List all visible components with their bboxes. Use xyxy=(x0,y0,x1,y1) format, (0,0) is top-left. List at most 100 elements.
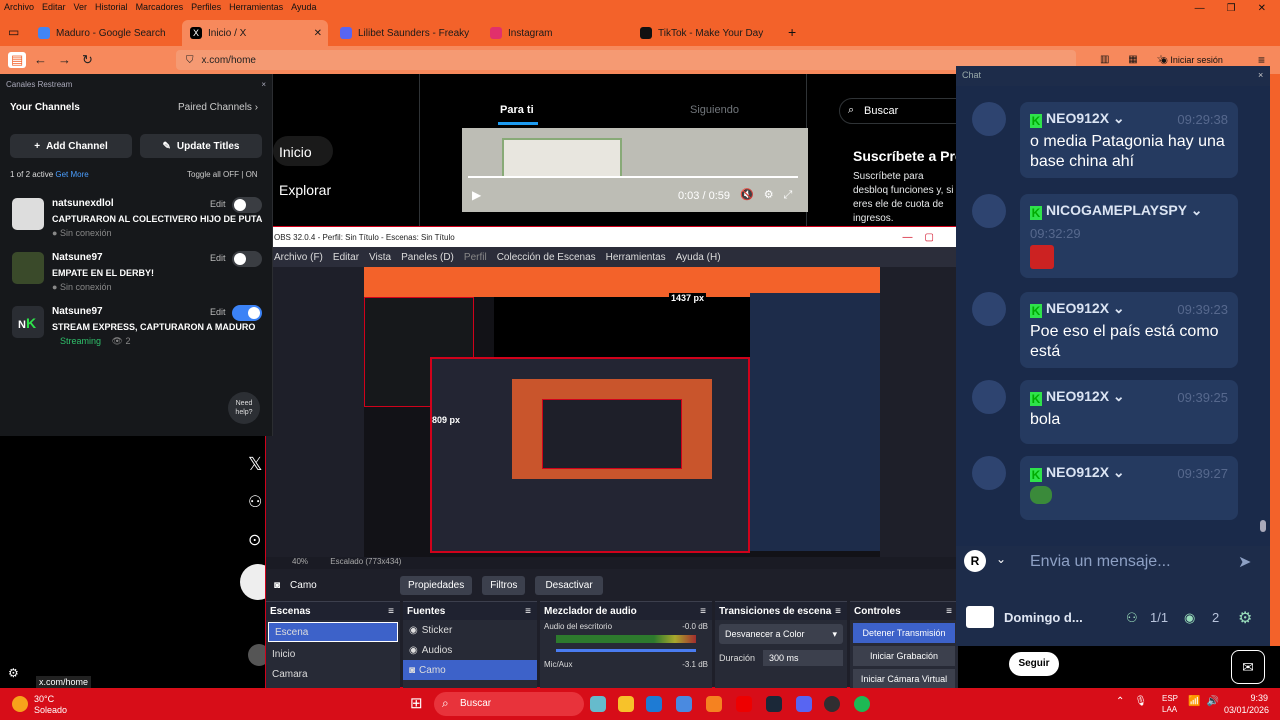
settings-gear-icon[interactable]: ⚙ xyxy=(8,666,19,680)
network-volume-icons[interactable]: 📶🔊 xyxy=(1188,696,1225,707)
signin-button[interactable]: ◉ Iniciar sesión xyxy=(1160,55,1223,66)
get-more-link[interactable]: Get More xyxy=(55,170,88,179)
url-field[interactable]: ⛉ x.com/home xyxy=(176,50,1076,70)
more-icon[interactable]: ⊙ xyxy=(248,530,261,550)
gear-icon[interactable]: ⚙ xyxy=(1238,608,1252,628)
scene-item[interactable]: Inicio xyxy=(266,644,400,664)
video-player[interactable]: ▶ 0:03 / 0:59 🔇⚙⤢ xyxy=(462,128,808,212)
scene-item[interactable]: Escena xyxy=(268,622,398,642)
menu-icon[interactable]: ≡ xyxy=(1258,53,1265,67)
stop-stream-button[interactable]: Detener Transmisión xyxy=(853,623,955,643)
menu-ayuda[interactable]: Ayuda xyxy=(291,2,316,12)
obs-menu-view[interactable]: Vista xyxy=(369,252,391,263)
video-controls-icons[interactable]: 🔇⚙⤢ xyxy=(740,188,802,202)
tab-google[interactable]: Maduro - Google Search xyxy=(30,20,178,46)
firefox-icon[interactable] xyxy=(706,696,722,712)
chat-input[interactable]: Envia un mensaje... xyxy=(1030,553,1171,571)
tab-following[interactable]: Siguiendo xyxy=(690,104,739,116)
play-icon[interactable]: ▶ xyxy=(472,188,481,202)
obs-window-controls[interactable]: —▢ xyxy=(903,232,946,243)
nav-home[interactable]: Inicio xyxy=(279,144,312,160)
dock-menu-icon[interactable]: ≡ xyxy=(388,606,394,617)
tab-overview-icon[interactable]: ▭ xyxy=(8,25,19,39)
dock-menu-icon[interactable]: ≡ xyxy=(525,606,531,617)
file-explorer-icon[interactable] xyxy=(618,696,634,712)
tab-instagram[interactable]: Instagram xyxy=(482,20,628,46)
menu-editar[interactable]: Editar xyxy=(42,2,66,12)
spotify-icon[interactable] xyxy=(854,696,870,712)
transition-select[interactable]: Desvanecer a Color ▾ xyxy=(719,624,843,644)
properties-button[interactable]: Propiedades xyxy=(400,575,473,595)
paired-channels-link[interactable]: Paired Channels › xyxy=(178,102,258,113)
send-icon[interactable]: ➤ xyxy=(1238,552,1251,572)
edit-button[interactable]: Edit xyxy=(210,253,226,263)
source-item[interactable]: ◙ Camo xyxy=(403,660,537,680)
close-icon[interactable]: × xyxy=(261,80,266,89)
reload-icon[interactable]: ↻ xyxy=(82,52,93,68)
back-icon[interactable]: ← xyxy=(34,52,47,67)
tab-x[interactable]: X Inicio / X ✕ xyxy=(182,20,328,46)
virtual-camera-button[interactable]: Iniciar Cámara Virtual xyxy=(853,669,955,689)
menu-archivo[interactable]: Archivo xyxy=(4,2,34,12)
obs-menu-edit[interactable]: Editar xyxy=(333,252,359,263)
obs-menu-file[interactable]: Archivo (F) xyxy=(274,252,323,263)
channel-toggle[interactable] xyxy=(232,251,262,267)
deactivate-button[interactable]: Desactivar xyxy=(535,575,603,595)
copilot-icon[interactable] xyxy=(590,696,606,712)
source-item[interactable]: ◉ Audios xyxy=(403,640,537,660)
tray-icons[interactable]: ⌃🎙 xyxy=(1116,696,1157,707)
clock-time[interactable]: 9:39 xyxy=(1224,693,1268,703)
taskbar-search[interactable]: ⌕ Buscar xyxy=(434,692,584,716)
clock-date[interactable]: 03/01/2026 xyxy=(1224,705,1269,715)
x-logo-icon[interactable]: 𝕏 xyxy=(248,454,263,475)
start-record-button[interactable]: Iniciar Grabación xyxy=(853,646,955,666)
messages-icon[interactable]: ✉ xyxy=(1231,650,1265,684)
shield-icon[interactable]: ⛉ xyxy=(186,55,194,66)
tab-discord[interactable]: Lilibet Saunders - Freaky Baddi xyxy=(332,20,478,46)
obs-menu-profile[interactable]: Perfil xyxy=(464,252,487,263)
new-tab-icon[interactable]: + xyxy=(788,24,796,40)
edit-button[interactable]: Edit xyxy=(210,307,226,317)
obs-menu-scenes[interactable]: Colección de Escenas xyxy=(497,252,596,263)
steam-icon[interactable] xyxy=(766,696,782,712)
dock-menu-icon[interactable]: ≡ xyxy=(700,606,706,617)
add-channel-button[interactable]: + Add Channel xyxy=(10,134,132,158)
tab-tiktok[interactable]: TikTok - Make Your Day xyxy=(632,20,780,46)
windows-start-icon[interactable]: ⊞ xyxy=(410,694,423,712)
edge-icon[interactable] xyxy=(646,696,662,712)
sidebar-toggle-icon[interactable]: ▤ xyxy=(8,52,27,68)
chevron-down-icon[interactable]: ⌄ xyxy=(996,552,1006,566)
nav-explore[interactable]: Explorar xyxy=(279,182,331,198)
need-help-button[interactable]: Need help? xyxy=(228,392,260,424)
dock-menu-icon[interactable]: ≡ xyxy=(835,606,841,617)
edit-button[interactable]: Edit xyxy=(210,199,226,209)
restream-logo-icon[interactable]: R xyxy=(964,550,986,572)
maximize-icon[interactable]: ❐ xyxy=(1227,3,1236,14)
discord-icon[interactable] xyxy=(796,696,812,712)
update-titles-button[interactable]: ✎ Update Titles xyxy=(140,134,262,158)
toggle-all-button[interactable]: Toggle all OFF | ON xyxy=(187,170,258,179)
filters-button[interactable]: Filtros xyxy=(482,575,526,595)
obs-menu-help[interactable]: Ayuda (H) xyxy=(676,252,721,263)
menu-ver[interactable]: Ver xyxy=(74,2,88,12)
close-icon[interactable]: × xyxy=(1258,70,1263,80)
scene-item[interactable]: Camara xyxy=(266,664,400,684)
tab-for-you[interactable]: Para ti xyxy=(500,104,534,116)
dock-menu-icon[interactable]: ≡ xyxy=(946,606,952,617)
close-tab-icon[interactable]: ✕ xyxy=(314,28,322,39)
follow-button[interactable]: Seguir xyxy=(1009,652,1059,676)
channel-toggle[interactable] xyxy=(232,197,262,213)
forward-icon[interactable]: → xyxy=(58,52,71,67)
obs-menu-docks[interactable]: Paneles (D) xyxy=(401,252,454,263)
video-progress[interactable] xyxy=(468,176,798,178)
source-item[interactable]: ◉ Sticker xyxy=(403,620,537,640)
duration-input[interactable]: 300 ms xyxy=(763,650,843,666)
obs-icon[interactable] xyxy=(824,696,840,712)
menu-marcadores[interactable]: Marcadores xyxy=(136,2,184,12)
profile-icon[interactable]: ⚇ xyxy=(248,492,262,512)
minimize-icon[interactable]: — xyxy=(1195,3,1205,14)
menu-perfiles[interactable]: Perfiles xyxy=(191,2,221,12)
channel-toggle[interactable] xyxy=(232,305,262,321)
youtube-icon[interactable] xyxy=(736,696,752,712)
obs-preview[interactable]: 1437 px 809 px xyxy=(364,267,880,557)
